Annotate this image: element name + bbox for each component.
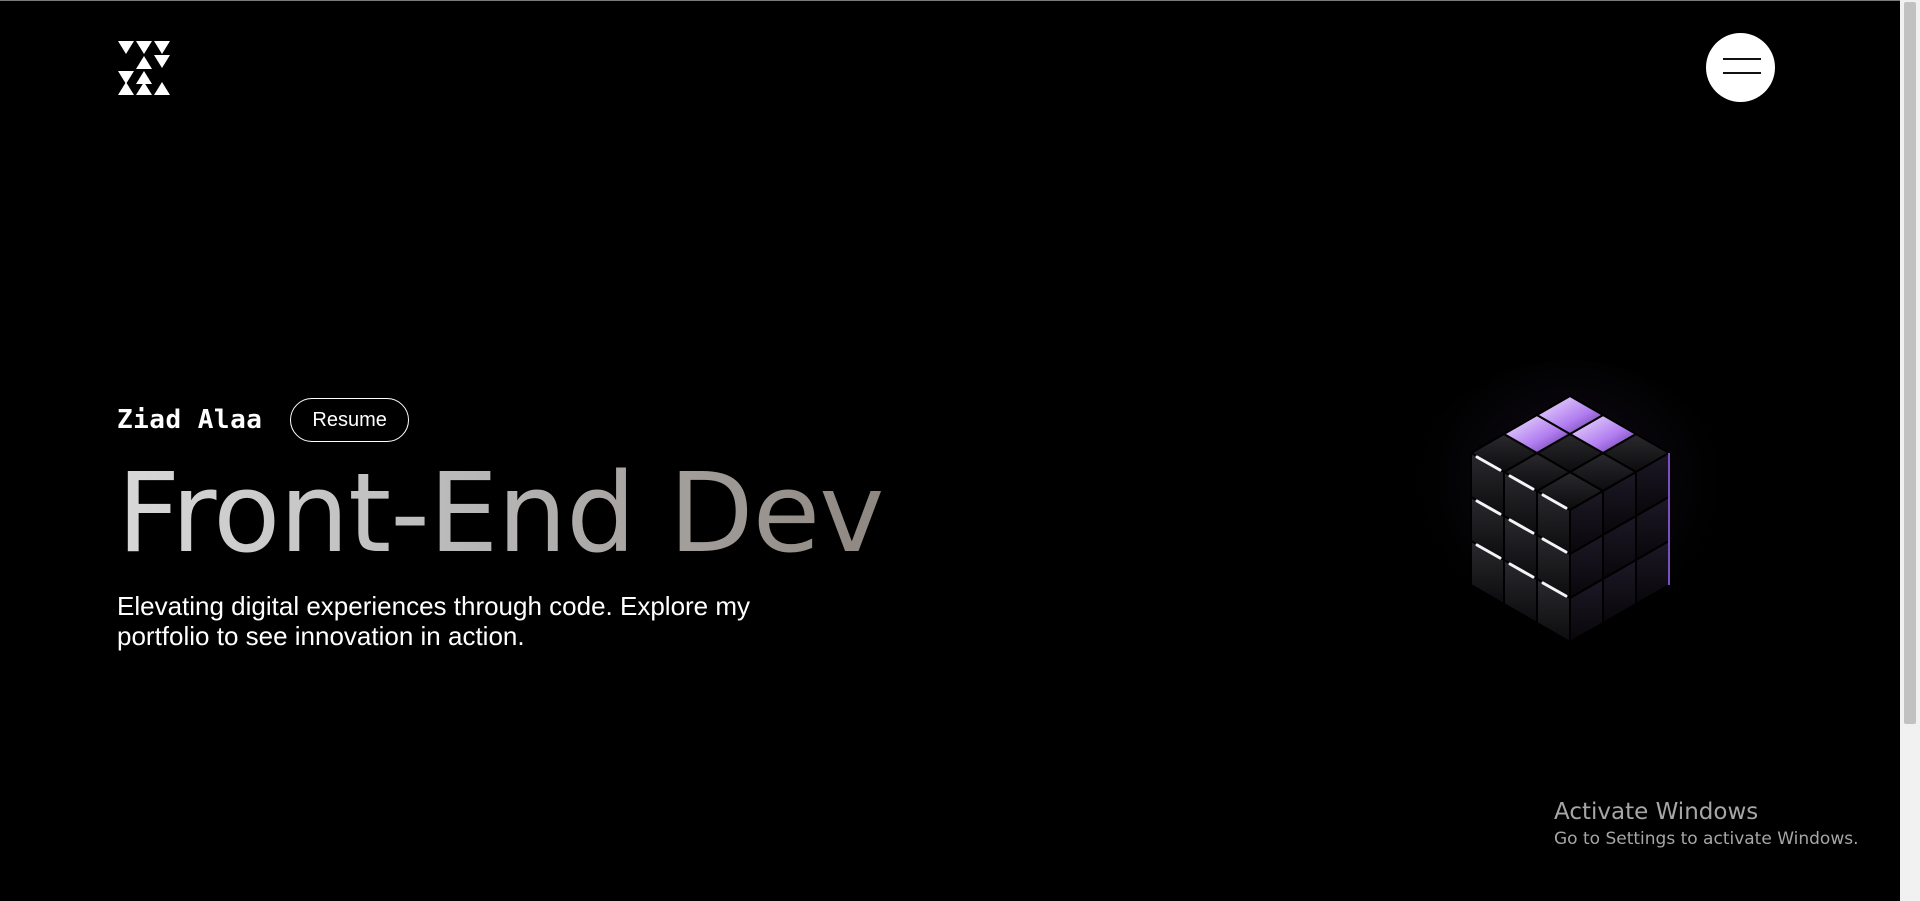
hamburger-menu-icon-line [1723,72,1761,74]
activate-title: Activate Windows [1554,799,1759,825]
activate-windows-watermark: Activate Windows Go to Settings to activ… [1554,798,1859,852]
resume-button[interactable]: Resume [290,398,409,442]
top-border [0,0,1900,1]
scrollbar-thumb[interactable] [1904,2,1916,724]
hamburger-menu-icon [1723,58,1761,60]
menu-button[interactable] [1706,33,1775,102]
hero-tagline: Elevating digital experiences through co… [117,591,751,651]
rubiks-cube-illustration [1405,360,1735,660]
hero-headline: Front-End Dev [117,449,884,577]
page-scrollbar[interactable] [1900,0,1920,901]
activate-subtitle: Go to Settings to activate Windows. [1554,829,1859,849]
name-row: Ziad Alaa Resume [117,395,1017,445]
triangle-z-logo-icon[interactable] [117,40,171,96]
author-name: Ziad Alaa [117,405,263,435]
hero-section: Ziad Alaa Resume Front-End Dev Elevating… [117,395,1017,651]
